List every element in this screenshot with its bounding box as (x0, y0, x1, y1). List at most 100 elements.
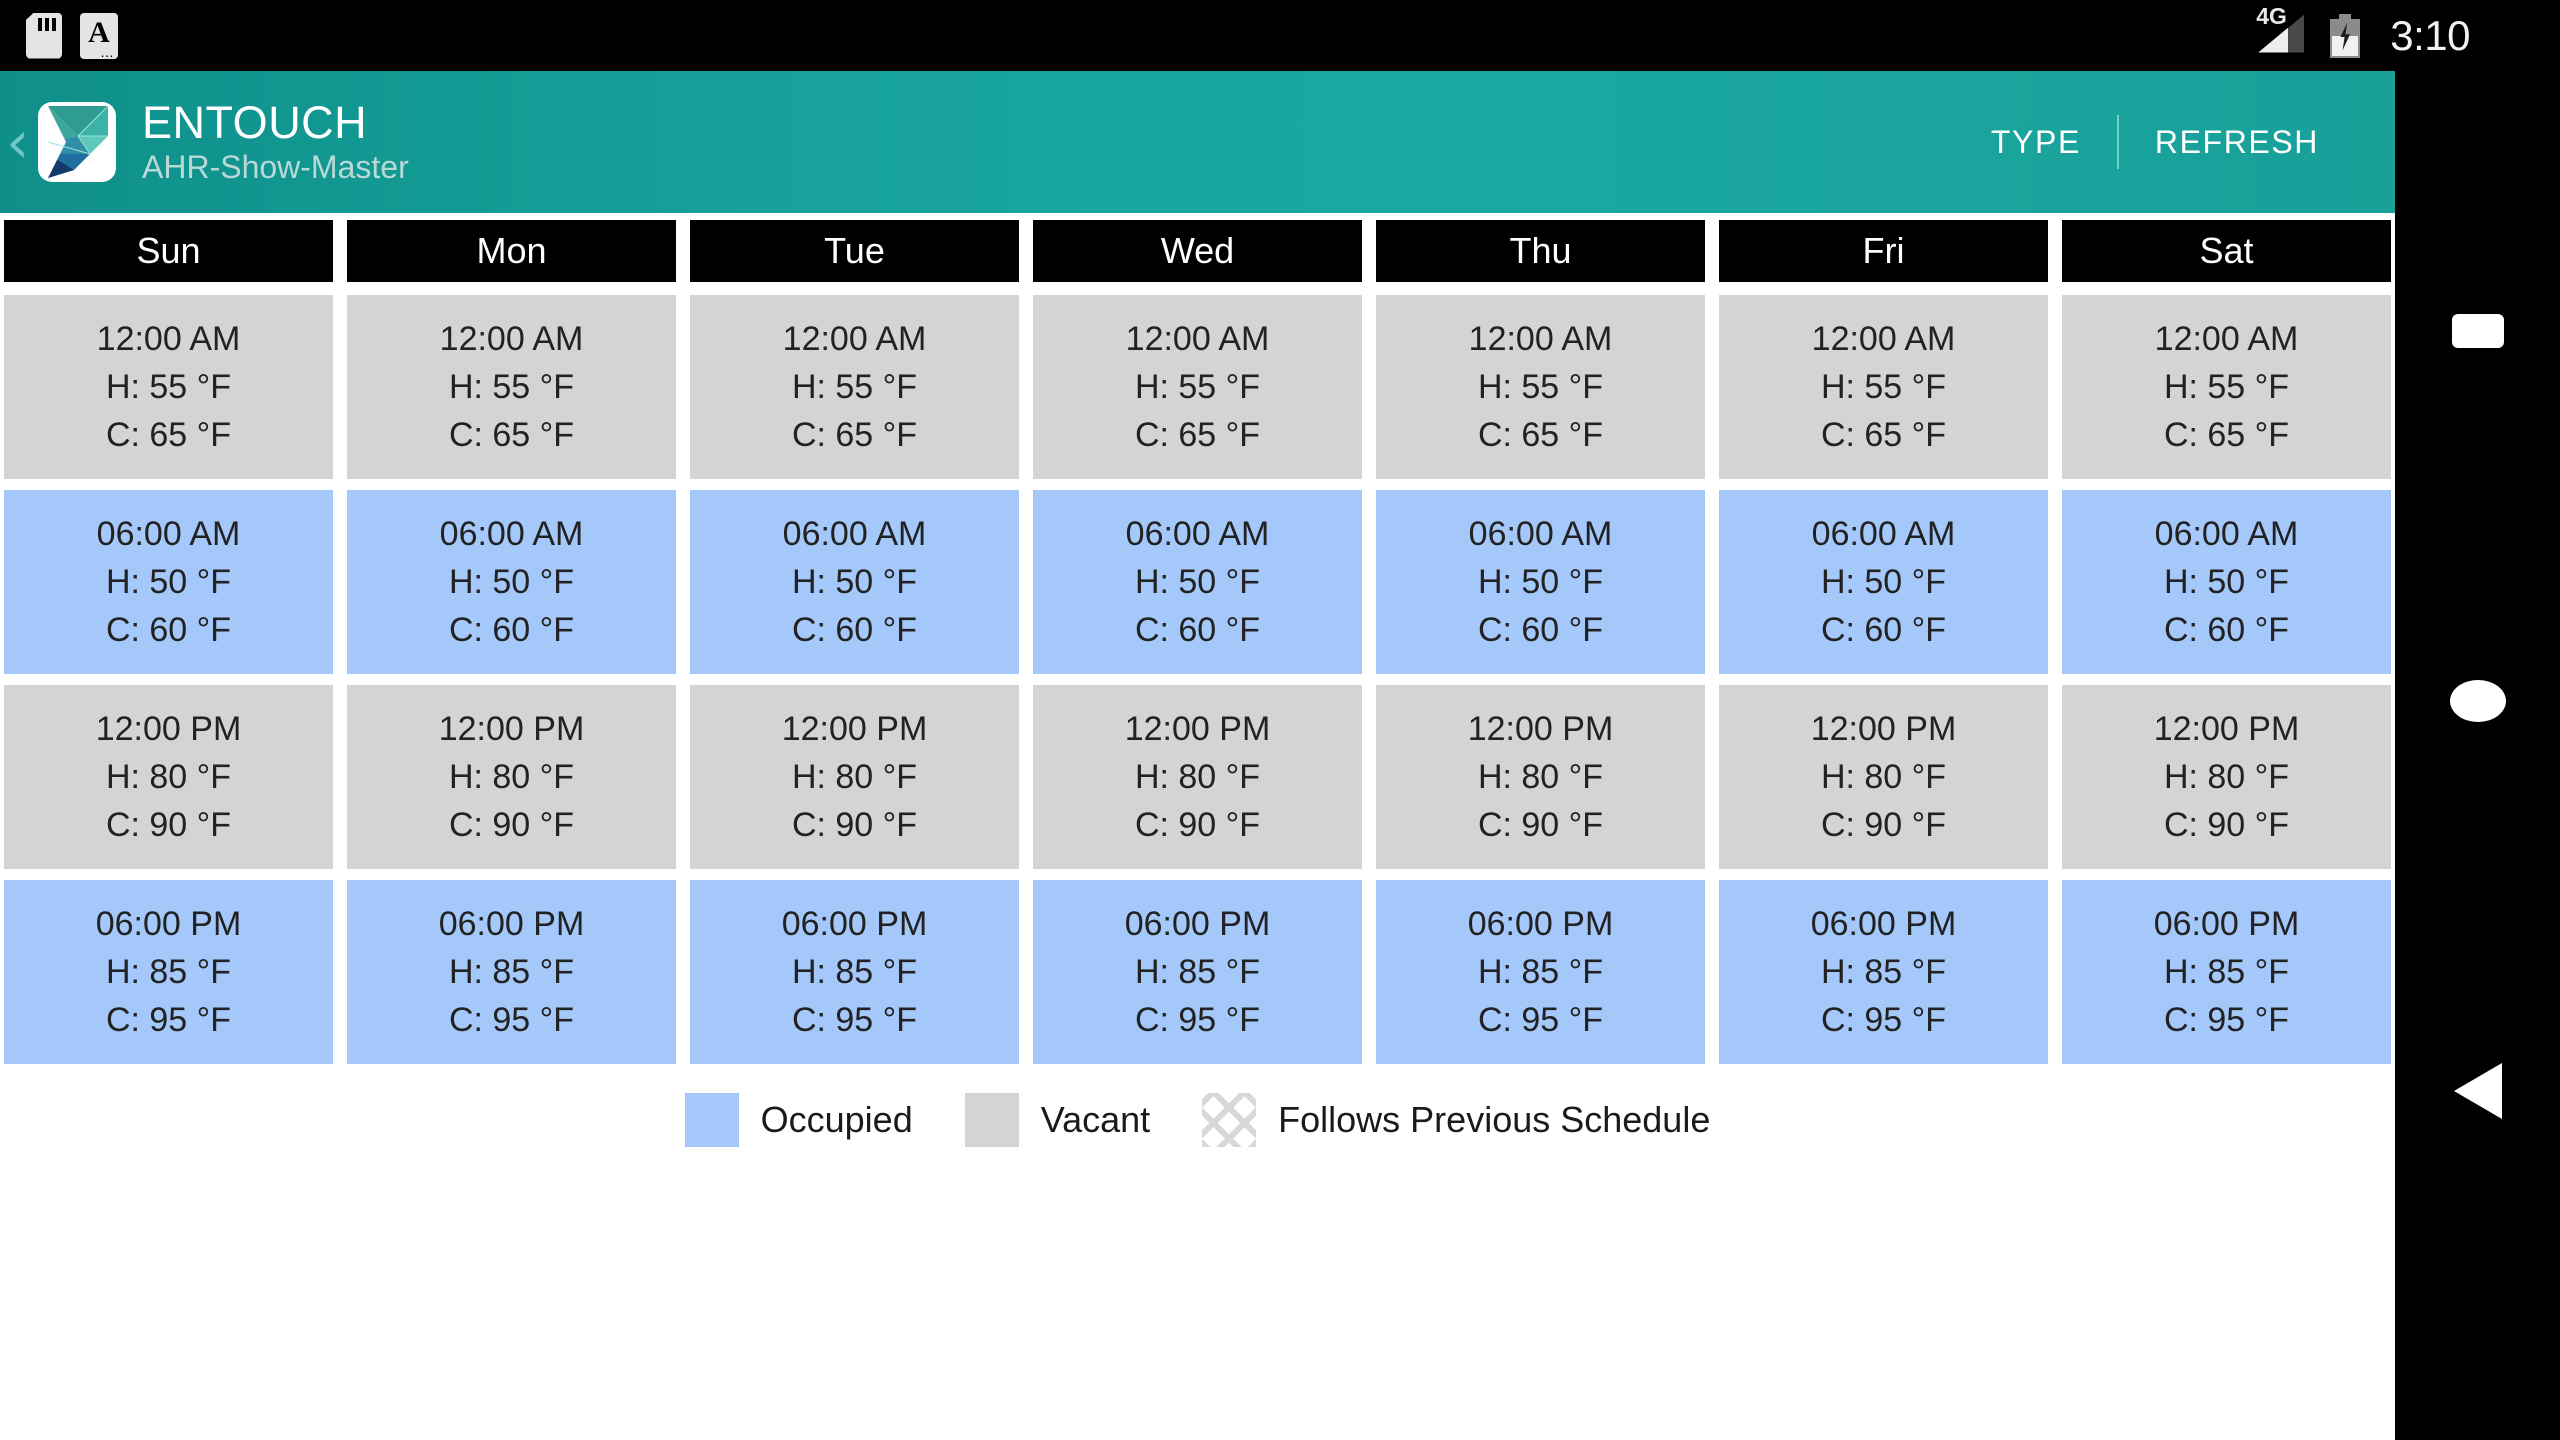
device-screen: A… 4G 3:10 ‹ ENTOUCH AHR-Show-Master TYP… (0, 0, 2560, 1440)
overview-square-icon (2451, 314, 2504, 348)
schedule-cell-time: 06:00 AM (782, 515, 927, 553)
schedule-cell-thu-2[interactable]: 12:00 PM H: 80 °F C: 90 °F (1376, 685, 1705, 869)
legend-item-prev: Follows Previous Schedule (1202, 1093, 1710, 1147)
schedule-cell-sun-0[interactable]: 12:00 AM H: 55 °F C: 65 °F (4, 295, 333, 479)
schedule-cell-cool: C: 95 °F (448, 1001, 575, 1039)
schedule-cell-tue-1[interactable]: 06:00 AM H: 50 °F C: 60 °F (690, 490, 1019, 674)
legend-label: Follows Previous Schedule (1278, 1099, 1711, 1140)
overview-button[interactable] (2395, 271, 2560, 391)
type-button[interactable]: TYPE (1955, 124, 2117, 161)
schedule-cell-mon-2[interactable]: 12:00 PM H: 80 °F C: 90 °F (347, 685, 676, 869)
back-button[interactable] (2395, 1031, 2560, 1151)
schedule-cell-mon-0[interactable]: 12:00 AM H: 55 °F C: 65 °F (347, 295, 676, 479)
schedule-cell-fri-0[interactable]: 12:00 AM H: 55 °F C: 65 °F (1719, 295, 2048, 479)
schedule-cell-fri-2[interactable]: 12:00 PM H: 80 °F C: 90 °F (1719, 685, 2048, 869)
system-navigation-bar (2395, 71, 2560, 1440)
schedule-cell-time: 06:00 PM (1810, 905, 1957, 943)
schedule-cell-heat: H: 55 °F (1477, 368, 1604, 406)
schedule-cell-heat: H: 80 °F (105, 758, 232, 796)
schedule-cell-tue-3[interactable]: 06:00 PM H: 85 °F C: 95 °F (690, 880, 1019, 1064)
schedule-cell-heat: H: 85 °F (1820, 953, 1947, 991)
app-bar-actions: TYPE REFRESH (1955, 71, 2395, 213)
legend: Occupied Vacant Follows Previous Schedule (0, 1075, 2395, 1147)
schedule-cell-cool: C: 60 °F (105, 611, 232, 649)
schedule-cell-sat-1[interactable]: 06:00 AM H: 50 °F C: 60 °F (2062, 490, 2391, 674)
schedule-cell-heat: H: 85 °F (1134, 953, 1261, 991)
schedule-cell-cool: C: 90 °F (448, 806, 575, 844)
schedule-cell-cool: C: 65 °F (1820, 416, 1947, 454)
schedule-cell-time: 12:00 AM (96, 320, 241, 358)
day-header-sat: Sat (2062, 220, 2391, 282)
schedule-cell-heat: H: 80 °F (1477, 758, 1604, 796)
schedule-cell-mon-3[interactable]: 06:00 PM H: 85 °F C: 95 °F (347, 880, 676, 1064)
schedule-cell-sat-2[interactable]: 12:00 PM H: 80 °F C: 90 °F (2062, 685, 2391, 869)
schedule-cell-fri-3[interactable]: 06:00 PM H: 85 °F C: 95 °F (1719, 880, 2048, 1064)
schedule-cell-tue-0[interactable]: 12:00 AM H: 55 °F C: 65 °F (690, 295, 1019, 479)
schedule-cell-time: 12:00 AM (1811, 320, 1956, 358)
schedule-cell-cool: C: 95 °F (1820, 1001, 1947, 1039)
app-content-area: ‹ ENTOUCH AHR-Show-Master TYPE REFRESH S… (0, 71, 2395, 1440)
schedule-cell-heat: H: 80 °F (791, 758, 918, 796)
schedule-cell-tue-2[interactable]: 12:00 PM H: 80 °F C: 90 °F (690, 685, 1019, 869)
schedule-cell-heat: H: 80 °F (2163, 758, 2290, 796)
schedule-cell-heat: H: 55 °F (2163, 368, 2290, 406)
schedule-grid: Sun Mon Tue Wed Thu Fri Sat 12:00 AM H: 55 °F C:… (0, 220, 2395, 1064)
schedule-cell-time: 06:00 AM (439, 515, 584, 553)
schedule-cell-heat: H: 80 °F (448, 758, 575, 796)
day-header-wed: Wed (1033, 220, 1362, 282)
schedule-cell-heat: H: 85 °F (1477, 953, 1604, 991)
schedule-cell-sun-1[interactable]: 06:00 AM H: 50 °F C: 60 °F (4, 490, 333, 674)
schedule-cell-wed-1[interactable]: 06:00 AM H: 50 °F C: 60 °F (1033, 490, 1362, 674)
schedule-cell-cool: C: 65 °F (448, 416, 575, 454)
schedule-cell-sun-3[interactable]: 06:00 PM H: 85 °F C: 95 °F (4, 880, 333, 1064)
home-circle-icon (2449, 680, 2506, 722)
schedule-cell-cool: C: 95 °F (2163, 1001, 2290, 1039)
legend-swatch-prev-icon (1202, 1093, 1257, 1147)
legend-swatch-vacant-icon (964, 1093, 1019, 1147)
schedule-cell-time: 12:00 PM (2153, 710, 2300, 748)
schedule-cell-heat: H: 55 °F (1820, 368, 1947, 406)
schedule-cell-time: 12:00 PM (1467, 710, 1614, 748)
schedule-cell-sun-2[interactable]: 12:00 PM H: 80 °F C: 90 °F (4, 685, 333, 869)
schedule-cell-time: 12:00 PM (1124, 710, 1271, 748)
schedule-cell-cool: C: 65 °F (2163, 416, 2290, 454)
status-bar-right-icons: 4G 3:10 (2250, 0, 2560, 71)
schedule-cell-cool: C: 95 °F (1134, 1001, 1261, 1039)
back-triangle-icon (2453, 1063, 2502, 1119)
schedule-cell-cool: C: 90 °F (1134, 806, 1261, 844)
back-chevron-icon[interactable]: ‹ (6, 113, 29, 171)
schedule-cell-cool: C: 90 °F (105, 806, 232, 844)
schedule-cell-heat: H: 55 °F (105, 368, 232, 406)
schedule-cell-wed-3[interactable]: 06:00 PM H: 85 °F C: 95 °F (1033, 880, 1362, 1064)
schedule-cell-time: 06:00 PM (1124, 905, 1271, 943)
schedule-cell-fri-1[interactable]: 06:00 AM H: 50 °F C: 60 °F (1719, 490, 2048, 674)
battery-charging-icon (2330, 13, 2361, 58)
schedule-cell-time: 06:00 AM (1468, 515, 1613, 553)
schedule-cell-cool: C: 60 °F (1477, 611, 1604, 649)
day-header-mon: Mon (347, 220, 676, 282)
schedule-cell-thu-3[interactable]: 06:00 PM H: 85 °F C: 95 °F (1376, 880, 1705, 1064)
schedule-cell-sat-0[interactable]: 12:00 AM H: 55 °F C: 65 °F (2062, 295, 2391, 479)
schedule-cell-heat: H: 85 °F (105, 953, 232, 991)
schedule-cell-time: 06:00 PM (438, 905, 585, 943)
refresh-button[interactable]: REFRESH (2119, 124, 2355, 161)
schedule-cell-sat-3[interactable]: 06:00 PM H: 85 °F C: 95 °F (2062, 880, 2391, 1064)
schedule-cell-cool: C: 60 °F (791, 611, 918, 649)
schedule-cell-heat: H: 55 °F (1134, 368, 1261, 406)
schedule-cell-heat: H: 50 °F (791, 563, 918, 601)
schedule-cell-thu-0[interactable]: 12:00 AM H: 55 °F C: 65 °F (1376, 295, 1705, 479)
schedule-cell-time: 06:00 PM (95, 905, 242, 943)
home-button[interactable] (2395, 641, 2560, 761)
entouch-logo-icon (38, 102, 116, 182)
day-header-thu: Thu (1376, 220, 1705, 282)
schedule-cell-heat: H: 80 °F (1820, 758, 1947, 796)
schedule-cell-time: 12:00 PM (781, 710, 928, 748)
schedule-cell-thu-1[interactable]: 06:00 AM H: 50 °F C: 60 °F (1376, 490, 1705, 674)
schedule-cell-wed-0[interactable]: 12:00 AM H: 55 °F C: 65 °F (1033, 295, 1362, 479)
schedule-cell-mon-1[interactable]: 06:00 AM H: 50 °F C: 60 °F (347, 490, 676, 674)
schedule-row: 12:00 AM H: 55 °F C: 65 °F 12:00 AM H: 55 °F… (4, 295, 2391, 479)
schedule-cell-time: 06:00 PM (2153, 905, 2300, 943)
schedule-cell-wed-2[interactable]: 12:00 PM H: 80 °F C: 90 °F (1033, 685, 1362, 869)
schedule-cell-heat: H: 50 °F (2163, 563, 2290, 601)
schedule-cell-time: 12:00 AM (2154, 320, 2299, 358)
